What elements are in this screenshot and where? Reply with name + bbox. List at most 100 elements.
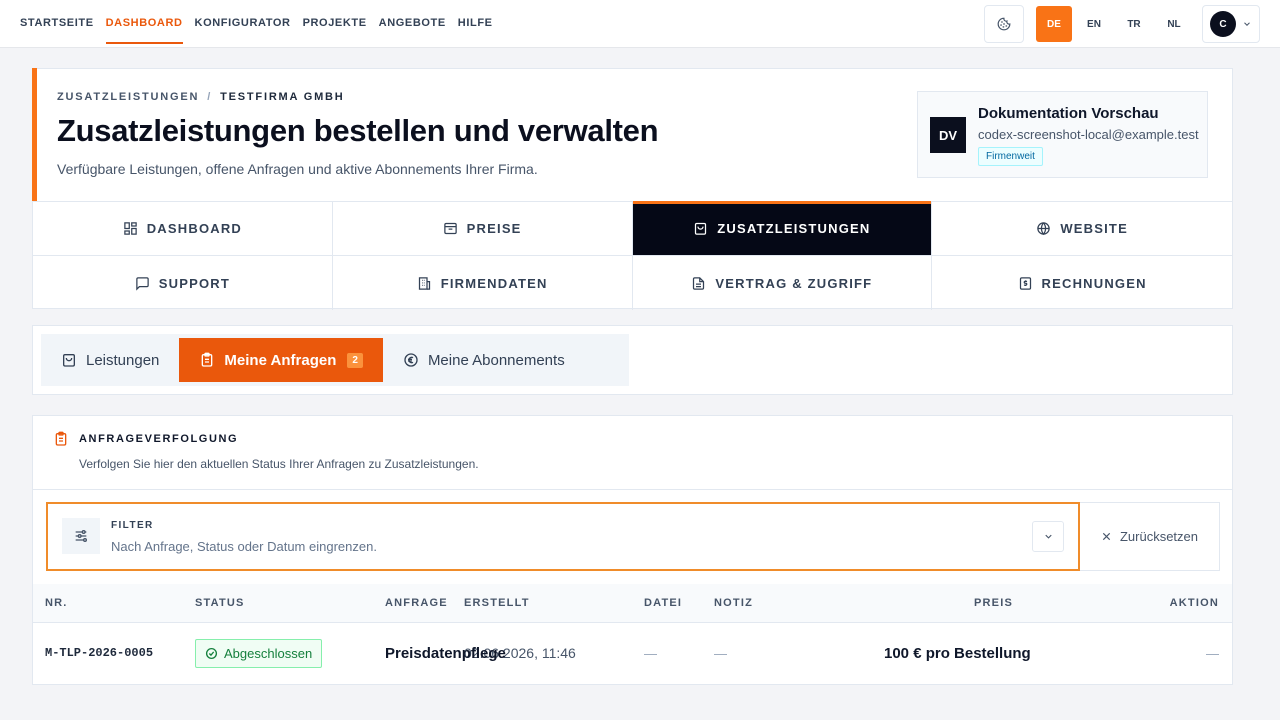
tab-label: RECHNUNGEN (1041, 275, 1147, 291)
dashboard-grid-icon (123, 222, 137, 235)
request-number: M-TLP-2026-0005 (45, 646, 154, 660)
status-text: Abgeschlossen (224, 646, 313, 661)
breadcrumb-current: TESTFIRMA GMBH (220, 91, 345, 103)
sub-tabs: Leistungen Meine Anfragen 2 Meine Abonne… (41, 334, 629, 386)
globe-icon (1037, 222, 1051, 236)
main-tabs: DASHBOARD PREISE ZUSATZLEISTUNGEN WEBSIT… (33, 201, 1232, 310)
shopping-bag-icon (63, 354, 75, 367)
check-circle-icon (205, 647, 218, 660)
divider (33, 489, 1232, 490)
page-title: Zusatzleistungen bestellen und verwalten (57, 113, 659, 148)
column-header-notiz: NOTIZ (714, 597, 753, 609)
reset-filter-button[interactable]: Zurücksetzen (1080, 502, 1220, 571)
nav-konfigurator[interactable]: KONFIGURATOR (195, 0, 291, 46)
filter-description: Nach Anfrage, Status oder Datum eingrenz… (111, 539, 377, 554)
status-badge: Abgeschlossen (195, 639, 323, 668)
request-name: Preisdatenpflege (385, 645, 506, 662)
avatar: C (1210, 11, 1236, 37)
header-card: ZUSATZLEISTUNGEN / TESTFIRMA GMBH Zusatzle… (32, 68, 1233, 310)
account-initials: DV (930, 117, 966, 153)
account-card: DV Dokumentation Vorschau codex-screensh… (917, 91, 1208, 178)
account-email: codex-screenshot-local@example.test (978, 127, 1199, 142)
close-icon (1102, 532, 1111, 541)
tab-dashboard[interactable]: DASHBOARD (33, 202, 333, 256)
filter-icon-box (62, 518, 100, 554)
invoice-icon (1019, 276, 1031, 290)
subtab-meine-abonnements[interactable]: Meine Abonnements (383, 338, 585, 382)
chat-icon (136, 276, 149, 291)
nav-angebote[interactable]: ANGEBOTE (379, 0, 446, 46)
column-header-aktion: AKTION (1169, 597, 1219, 609)
tab-preise[interactable]: PREISE (332, 202, 633, 256)
building-icon (418, 276, 430, 290)
section-subtitle: Verfolgen Sie hier den aktuellen Status … (79, 457, 479, 471)
table-row[interactable]: M-TLP-2026-0005 Abgeschlossen 02.06.2026… (33, 623, 1232, 684)
section-title: ANFRAGEVERFOLGUNG (79, 433, 239, 445)
tab-support[interactable]: SUPPORT (33, 256, 333, 310)
tab-rechnungen[interactable]: RECHNUNGEN (932, 256, 1232, 310)
main-nav: STARTSEITE DASHBOARD KONFIGURATOR PROJEK… (20, 0, 493, 46)
lang-en[interactable]: EN (1076, 6, 1112, 42)
request-action: — (1206, 646, 1219, 661)
tab-label: FIRMENDATEN (440, 275, 548, 291)
header-accent-bar (32, 68, 37, 201)
column-header-nr: NR. (45, 597, 68, 609)
tag-icon (443, 222, 457, 235)
subtab-meine-anfragen[interactable]: Meine Anfragen 2 (179, 338, 383, 382)
tab-label: PREISE (466, 221, 522, 236)
lang-nl[interactable]: NL (1156, 6, 1192, 42)
tab-website[interactable]: WEBSITE (932, 202, 1232, 256)
breadcrumb-separator: / (207, 91, 213, 103)
request-note: — (714, 646, 727, 661)
filter-expand-button[interactable] (1032, 521, 1064, 552)
breadcrumb: ZUSATZLEISTUNGEN / TESTFIRMA GMBH (57, 91, 345, 103)
page-subtitle: Verfügbare Leistungen, offene Anfragen u… (57, 161, 538, 177)
sub-tabs-card: Leistungen Meine Anfragen 2 Meine Abonne… (32, 325, 1233, 395)
tab-label: WEBSITE (1060, 221, 1128, 236)
user-menu-button[interactable]: C (1202, 5, 1260, 43)
table-header: NR. STATUS ANFRAGE ERSTELLT DATEI NOTIZ … (33, 584, 1232, 623)
tab-firmendaten[interactable]: FIRMENDATEN (333, 256, 633, 310)
sliders-icon (75, 530, 87, 542)
column-header-datei: DATEI (644, 597, 683, 609)
filter-panel[interactable]: FILTER Nach Anfrage, Status oder Datum e… (46, 502, 1080, 571)
document-icon (693, 276, 705, 290)
clipboard-icon (55, 431, 67, 446)
account-scope-badge: Firmenweit (978, 147, 1043, 166)
subtab-leistungen[interactable]: Leistungen (41, 338, 179, 382)
top-bar: STARTSEITE DASHBOARD KONFIGURATOR PROJEK… (0, 0, 1280, 48)
column-header-status: STATUS (195, 597, 245, 609)
lang-tr[interactable]: TR (1116, 6, 1152, 42)
subtab-label: Meine Abonnements (427, 351, 565, 369)
tab-label: DASHBOARD (146, 221, 243, 236)
reset-label: Zurücksetzen (1119, 529, 1199, 544)
nav-projekte[interactable]: PROJEKTE (303, 0, 367, 46)
request-file: — (644, 646, 657, 661)
chevron-down-icon (1244, 22, 1250, 26)
request-price: 100 € pro Bestellung (884, 645, 1031, 662)
breadcrumb-parent[interactable]: ZUSATZLEISTUNGEN (57, 91, 199, 103)
top-right-controls: DE EN TR NL C (984, 5, 1260, 43)
shopping-bag-icon (695, 222, 707, 235)
tab-vertrag-zugriff[interactable]: VERTRAG & ZUGRIFF (633, 256, 933, 310)
nav-startseite[interactable]: STARTSEITE (20, 0, 94, 46)
nav-hilfe[interactable]: HILFE (458, 0, 493, 46)
euro-icon (404, 353, 418, 367)
request-count-badge: 2 (347, 352, 363, 368)
account-name: Dokumentation Vorschau (978, 105, 1159, 122)
lang-de[interactable]: DE (1036, 6, 1072, 42)
column-header-anfrage: ANFRAGE (385, 597, 448, 609)
tab-label: ZUSATZLEISTUNGEN (717, 221, 871, 236)
subtab-label: Meine Anfragen (224, 351, 337, 369)
cookie-icon (997, 17, 1011, 31)
tab-label: SUPPORT (158, 275, 230, 291)
subtab-label: Leistungen (86, 351, 160, 369)
requests-card: ANFRAGEVERFOLGUNG Verfolgen Sie hier den… (32, 415, 1233, 685)
clipboard-icon (202, 352, 213, 367)
tab-zusatzleistungen[interactable]: ZUSATZLEISTUNGEN (632, 201, 933, 256)
chevron-down-icon (1044, 534, 1052, 539)
cookie-settings-button[interactable] (984, 5, 1024, 43)
nav-dashboard[interactable]: DASHBOARD (105, 0, 183, 46)
tab-label: VERTRAG & ZUGRIFF (715, 275, 873, 291)
column-header-erstellt: ERSTELLT (464, 597, 530, 609)
